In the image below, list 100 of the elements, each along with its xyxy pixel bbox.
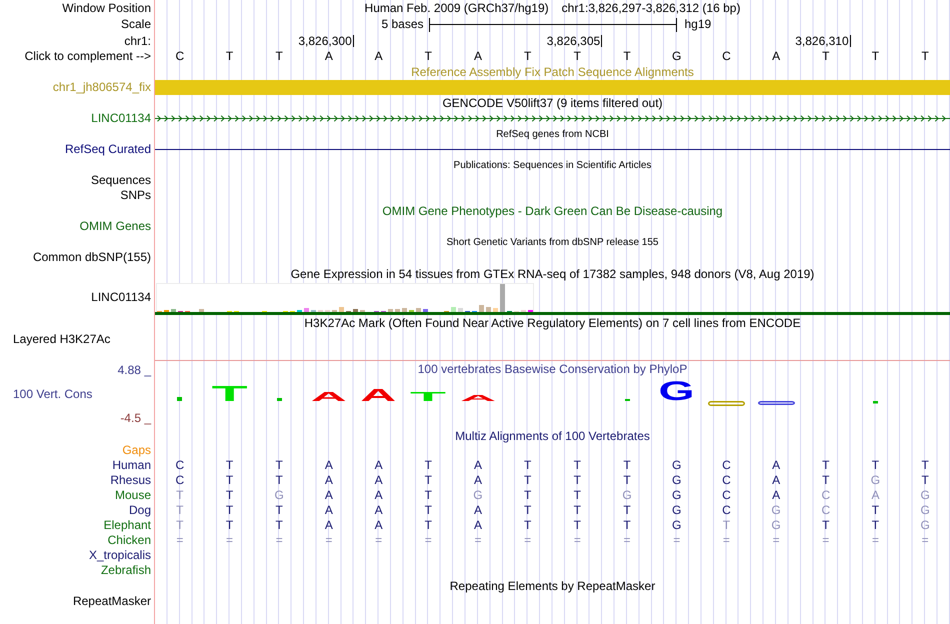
track-title: Reference Assembly Fix Patch Sequence Alignments xyxy=(411,66,694,79)
track-title: RefSeq genes from NCBI xyxy=(496,128,609,141)
axis-max-label: 4.88 _ xyxy=(118,363,151,377)
alignment-base: = xyxy=(673,534,680,547)
alignment-base: T xyxy=(276,474,283,487)
alignment-base: T xyxy=(276,519,283,532)
species-label[interactable]: X_tropicalis xyxy=(88,549,151,562)
track-title: H3K27Ac Mark (Often Found Near Active Regulatory Elements) on 7 cell lines from ENCODE xyxy=(304,316,801,330)
alignment-base: T xyxy=(872,459,880,472)
expression-bar xyxy=(171,309,176,312)
species-label[interactable]: Zebrafish xyxy=(100,564,151,577)
alignment-base: T xyxy=(176,489,184,502)
assembly-label: hg19 xyxy=(684,18,712,31)
track-title: Repeating Elements by RepeatMasker xyxy=(450,580,656,593)
alignment-base: C xyxy=(176,459,184,472)
alignment-base: = xyxy=(772,534,780,547)
expression-bar xyxy=(458,308,463,312)
alignment-base: T xyxy=(424,474,432,487)
alignment-base: = xyxy=(624,534,631,547)
expression-bar xyxy=(199,309,204,312)
track-label[interactable]: Layered H3K27Ac xyxy=(13,332,110,347)
alignment-base: T xyxy=(822,519,830,532)
alignment-base: = xyxy=(922,534,929,547)
base-letter: T xyxy=(424,50,432,63)
alignment-base: A xyxy=(374,519,383,532)
complement-link[interactable]: Click to complement --> xyxy=(24,50,151,63)
track-label[interactable]: Common dbSNP(155) xyxy=(32,251,151,264)
track-label[interactable]: OMIM Genes xyxy=(80,220,151,234)
alignment-base: A xyxy=(772,459,780,472)
alignment-base: G xyxy=(672,489,682,502)
alignment-base: G xyxy=(920,519,930,532)
base-letter: A xyxy=(772,50,780,63)
alignment-base: C xyxy=(821,489,830,502)
base-letter: T xyxy=(226,50,234,63)
track-title: Gene Expression in 54 tissues from GTEx RNA-seq of 17382 samples, 948 donors (V8, Aug 2019) xyxy=(290,268,814,282)
alignment-base: T xyxy=(226,519,234,532)
assembly-title: Human Feb. 2009 (GRCh37/hg19) xyxy=(364,2,549,14)
species-label[interactable]: Chicken xyxy=(108,534,151,547)
track-title: Multiz Alignments of 100 Vertebrates xyxy=(455,430,650,442)
ruler-position-label: 3,826,305 xyxy=(546,35,602,47)
alignment-base: = xyxy=(574,534,581,547)
alignment-base: A xyxy=(374,474,383,487)
track-label[interactable]: LINC01134 xyxy=(91,291,151,304)
alignment-base: T xyxy=(276,504,283,517)
logo-letter: A xyxy=(460,392,496,403)
alignment-base: T xyxy=(623,459,631,472)
species-label[interactable]: Elephant xyxy=(104,519,151,532)
expression-bar xyxy=(486,307,491,312)
alignment-base: T xyxy=(872,519,880,532)
alignment-base: G xyxy=(920,489,930,502)
alignment-base: = xyxy=(722,534,730,547)
base-letter: T xyxy=(623,50,631,63)
track-title: Short Genetic Variants from dbSNP release 155 xyxy=(446,236,658,250)
species-label[interactable]: Dog xyxy=(128,504,151,517)
track-title: OMIM Gene Phenotypes - Dark Green Can Be Disease-causing xyxy=(382,205,723,218)
alignment-base: T xyxy=(623,519,631,532)
track-label[interactable]: RepeatMasker xyxy=(72,594,151,608)
alignment-base: A xyxy=(474,459,482,472)
alignment-base: G xyxy=(672,504,682,517)
alignment-base: C xyxy=(722,459,731,472)
base-letter: T xyxy=(822,50,830,63)
track-label[interactable]: 100 Vert. Cons xyxy=(13,387,92,401)
track-title: 100 vertebrates Basewise Conservation by PhyloP xyxy=(418,363,688,377)
alignment-base: T xyxy=(524,459,532,472)
track-label[interactable]: LINC01134 xyxy=(91,112,151,125)
track-label[interactable]: RefSeq Curated xyxy=(64,142,151,156)
alignment-base: T xyxy=(176,504,184,517)
alignment-base: A xyxy=(772,489,780,502)
alignment-base: A xyxy=(474,474,482,487)
alignment-base: G xyxy=(672,519,682,532)
alignment-base: G xyxy=(771,504,781,517)
alignment-base: T xyxy=(623,504,631,517)
species-label[interactable]: Rhesus xyxy=(110,474,151,487)
alignment-base: G xyxy=(672,459,682,472)
species-label[interactable]: Human xyxy=(112,459,151,472)
expression-bar xyxy=(416,308,421,312)
alignment-base: T xyxy=(226,504,234,517)
alignment-base: C xyxy=(722,489,731,502)
expression-bar xyxy=(423,309,428,312)
alignment-base: A xyxy=(324,459,333,472)
alignment-base: T xyxy=(424,459,432,472)
alignment-base: T xyxy=(574,519,582,532)
alignment-base: G xyxy=(622,489,632,502)
expression-bar xyxy=(388,309,393,312)
expression-bar xyxy=(339,307,344,312)
alignment-base: A xyxy=(374,459,383,472)
ruler-position-label: 3,826,300 xyxy=(298,35,354,47)
base-letter: T xyxy=(574,50,582,63)
species-label[interactable]: Mouse xyxy=(114,489,151,502)
scale-length-label: 5 bases xyxy=(381,18,424,31)
alignment-base: C xyxy=(722,474,731,487)
alignment-base: T xyxy=(822,459,830,472)
track-label[interactable]: Sequences xyxy=(90,174,151,187)
alignment-base: T xyxy=(524,519,532,532)
track-label[interactable]: SNPs xyxy=(120,189,151,202)
alignment-base: C xyxy=(722,504,731,517)
base-letter: T xyxy=(524,50,532,63)
alignment-base: C xyxy=(821,504,830,517)
base-letter: A xyxy=(324,50,333,63)
base-letter: T xyxy=(921,50,929,63)
